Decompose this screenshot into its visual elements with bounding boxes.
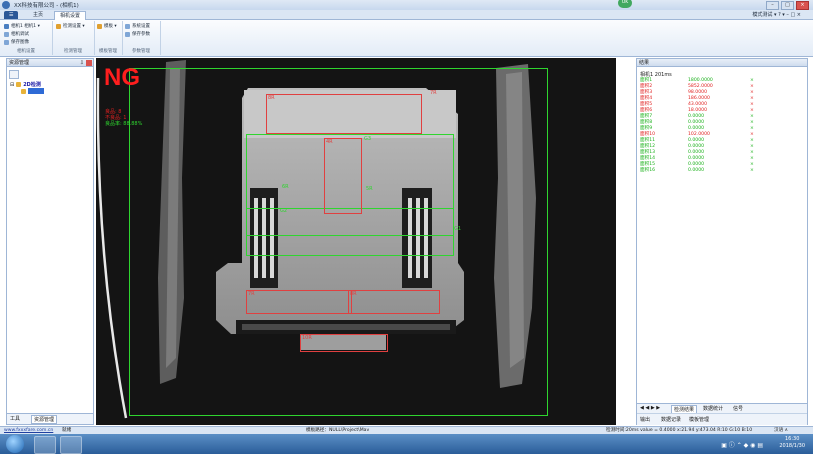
result-value: 0.0000	[688, 168, 705, 173]
region-label: 10R	[302, 335, 312, 341]
panel-title: 结果	[637, 59, 807, 67]
system-settings-button[interactable]: 系统设置	[125, 23, 150, 29]
page-nav[interactable]: ◀ ◀ ▶ ▶	[640, 405, 660, 411]
camera-icon	[4, 23, 9, 29]
ribbon-group-camera: 相机1 相机1 ▾ 相机调试 保存图像 相机设置	[0, 21, 53, 55]
result-row[interactable]: 面积16 0.0000 ×	[640, 168, 800, 174]
region-label: G2	[280, 208, 288, 214]
tab-statistics[interactable]: 数据统计	[703, 405, 723, 412]
tab-home[interactable]: 主页	[28, 11, 48, 19]
results-panel: 结果 相机1 201ms 面积1 1800.0000 × 面积2 5852.0000 × 面…	[636, 58, 808, 425]
region-label: 8R	[350, 291, 357, 297]
result-name: 面积16	[640, 168, 656, 173]
system-tray[interactable]: ▣ ⓘ ⌃ ◆ ◉ ▤	[721, 440, 763, 449]
defect-region	[266, 94, 422, 134]
result-flag: ×	[750, 168, 754, 173]
title-bar: XX科技有限公司 - (相机1) OK – □ ×	[0, 0, 813, 10]
mode-selector[interactable]: 模式测试 ▾ ? ▾ – □ ×	[752, 11, 801, 18]
defect-region	[348, 290, 440, 314]
region-label: G3	[364, 136, 372, 142]
region-label: 6R	[282, 184, 289, 190]
pin-icon[interactable]: ⇩	[80, 60, 84, 66]
expand-icon[interactable]: ⊟	[10, 82, 14, 88]
save-icon	[4, 39, 9, 45]
ribbon-group-label: 检测管理	[64, 49, 82, 54]
region-label: 8R	[268, 95, 275, 101]
window-title: XX科技有限公司 - (相机1)	[14, 3, 79, 9]
settings-icon	[125, 23, 130, 29]
region-label: G1	[454, 226, 462, 232]
region-label: 5R	[366, 186, 373, 192]
save-icon	[125, 31, 130, 37]
tab-template-manage[interactable]: 模板管理	[689, 416, 709, 423]
detect-icon	[56, 23, 61, 29]
template-icon	[97, 23, 102, 29]
folder-icon	[21, 88, 26, 94]
status-bar: www.fxxxfare.com.cn 就绪 模板路径：NULL\Project…	[0, 426, 813, 434]
tree-root[interactable]: ⊟ 2D检测	[10, 81, 41, 89]
tab-signal[interactable]: 信号	[733, 405, 743, 412]
tab-tools[interactable]: 工具	[10, 415, 20, 422]
debug-icon	[4, 31, 9, 37]
clock-date: 2018/1/30	[779, 443, 805, 449]
clock-time: 16:30	[784, 436, 800, 442]
taskbar-app-inspection[interactable]	[60, 436, 82, 454]
tab-output[interactable]: 输出	[640, 416, 650, 423]
ribbon-group-label: 相机设置	[17, 49, 35, 54]
tree-item-selected[interactable]	[21, 88, 44, 94]
taskbar: ▣ ⓘ ⌃ ◆ ◉ ▤ 16:30 2018/1/30	[0, 434, 813, 454]
app-icon	[2, 1, 10, 9]
taskbar-app-explorer[interactable]	[34, 436, 56, 454]
file-menu-button[interactable]: ☰	[4, 11, 19, 19]
ribbon-group-template: 模板 ▾ 模板管理	[94, 21, 123, 55]
tab-resources[interactable]: 资源管理	[31, 415, 58, 424]
folder-icon[interactable]	[9, 70, 19, 79]
result-caption: 相机1 201ms	[640, 72, 672, 78]
result-label: NG	[104, 64, 140, 91]
ribbon-group-detect: 检测设置 ▾ 检测管理	[52, 21, 95, 55]
start-button[interactable]	[6, 435, 24, 453]
ribbon-group-label: 模板管理	[99, 49, 117, 54]
output-tabs: 输出 数据记录 模板管理	[637, 413, 807, 425]
folder-icon	[16, 82, 22, 87]
tab-data-log[interactable]: 数据记录	[661, 416, 681, 423]
status-badge: OK	[618, 0, 632, 8]
region-label: 7R	[248, 291, 255, 297]
defect-region	[246, 290, 352, 314]
panel-tabs: 工具 资源管理	[7, 413, 93, 424]
image-viewer[interactable]: G1 G2 G3 8R 7R 4R 6R 5R 7R 8R 10R NG 良品:…	[96, 58, 616, 425]
region-label: 7R	[430, 90, 437, 96]
close-icon[interactable]	[86, 60, 92, 66]
ribbon-tab-bar: ☰ 主页 相机设置 模式测试 ▾ ? ▾ – □ ×	[0, 10, 813, 20]
clock[interactable]: 16:30 2018/1/30	[779, 436, 805, 450]
template-button[interactable]: 模板 ▾	[97, 23, 117, 29]
ribbon-group-param: 系统设置 保存参数 参数管理	[122, 21, 161, 55]
region-label: 4R	[326, 139, 333, 145]
defect-region	[300, 334, 388, 352]
resource-panel: 资源管理 ⇩ ⊟ 2D检测 工具 资源管理	[6, 58, 94, 425]
save-params-button[interactable]: 保存参数	[125, 31, 150, 37]
maximize-button[interactable]: □	[781, 1, 794, 10]
ribbon-group-label: 参数管理	[132, 49, 150, 54]
save-image-button[interactable]: 保存图像	[4, 39, 29, 45]
detect-settings-button[interactable]: 检测设置 ▾	[56, 23, 85, 29]
ribbon: 相机1 相机1 ▾ 相机调试 保存图像 相机设置 检测设置 ▾ 检测管理 模板 …	[0, 20, 813, 57]
tab-camera-settings[interactable]: 相机设置	[54, 11, 87, 20]
minimize-button[interactable]: –	[766, 1, 779, 10]
close-button[interactable]: ×	[796, 1, 809, 10]
camera-debug-button[interactable]: 相机调试	[4, 31, 29, 37]
defect-region	[324, 138, 362, 214]
camera-select[interactable]: 相机1 相机1 ▾	[4, 23, 40, 29]
yield-rate: 良品率: 88.88%	[105, 121, 143, 127]
